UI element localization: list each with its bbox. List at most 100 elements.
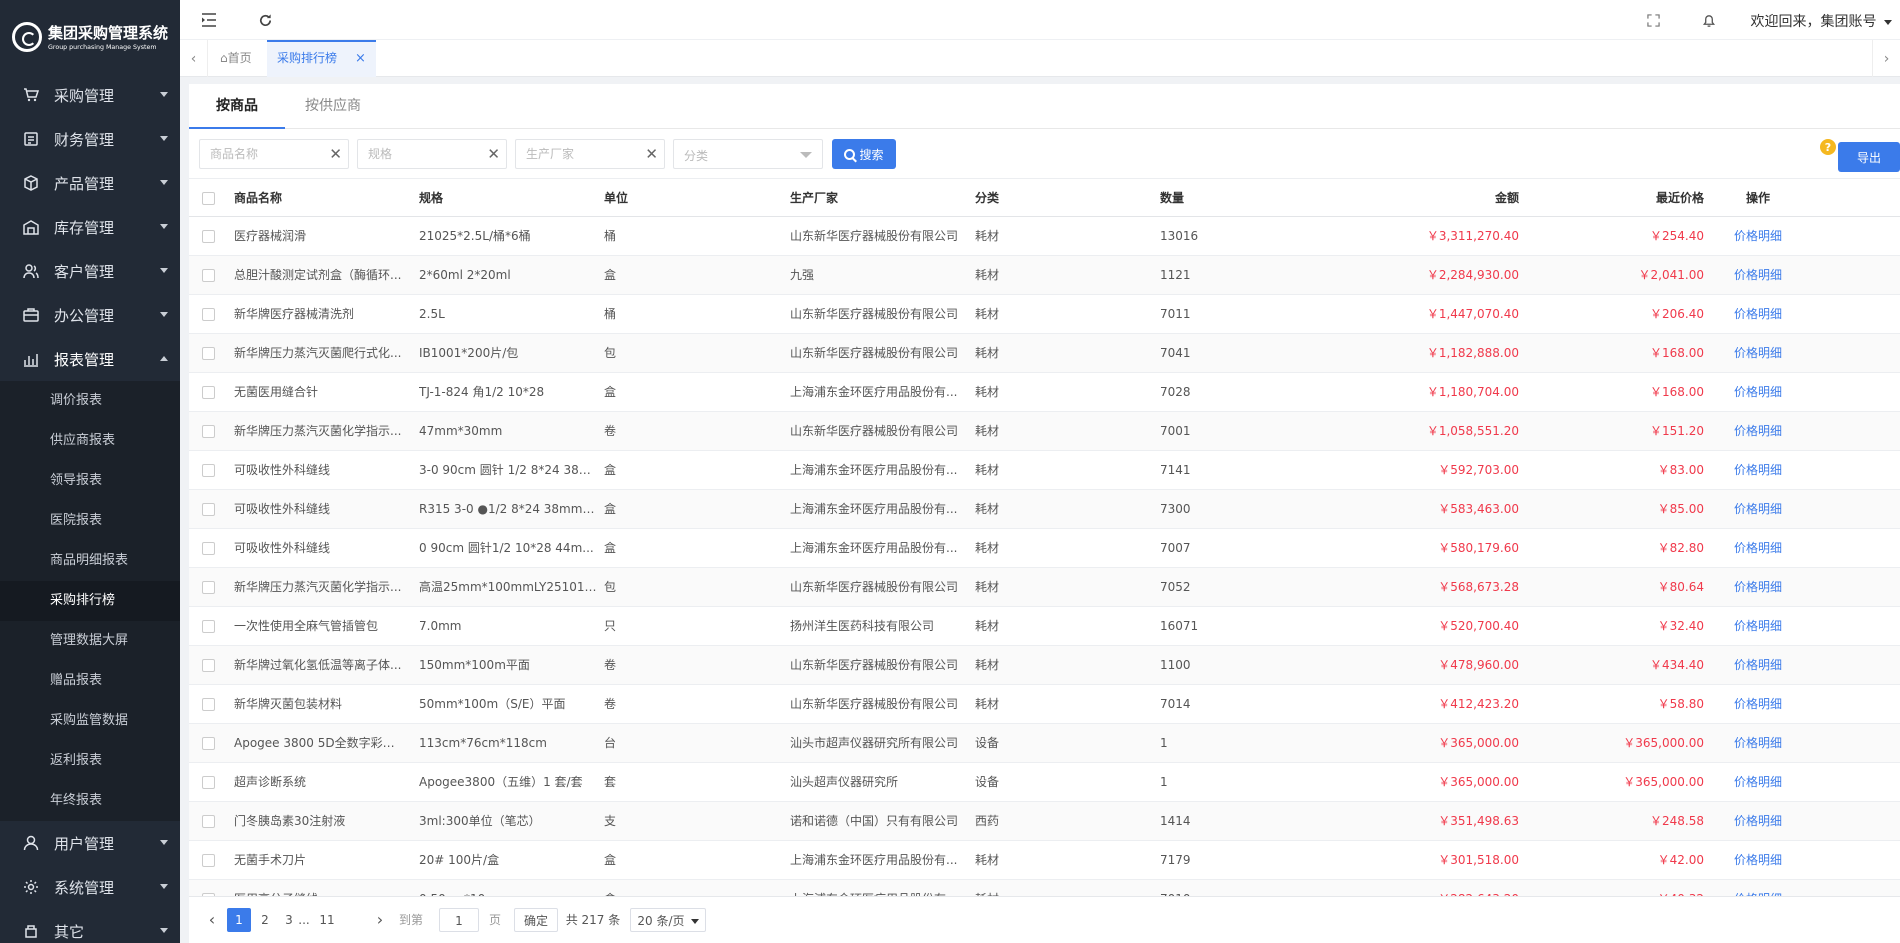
table-row[interactable]: 医疗器械润滑 21025*2.5L/桶*6桶 桶 山东新华医疗器械股份有限公司 耗材 13… — [189, 217, 1900, 256]
page-11[interactable]: 11 — [317, 908, 337, 932]
price-detail-link[interactable]: 价格明细 — [1718, 373, 1798, 412]
row-checkbox[interactable] — [202, 815, 215, 828]
menu-toggle-icon[interactable] — [199, 10, 219, 30]
tab-by-supplier[interactable]: 按供应商 — [278, 84, 388, 129]
prev-page-icon[interactable]: ‹ — [205, 908, 219, 932]
table-row[interactable]: 新华牌过氧化氢低温等离子体... 150mm*100m平面 卷 山东新华医疗器械股份有… — [189, 646, 1900, 685]
sidebar-item-bottom-0[interactable]: 用户管理 — [0, 821, 180, 865]
table-row[interactable]: 无菌医用缝合针 TJ-1-824 角1/2 10*28 盒 上海浦东金环医疗用品股份有… — [189, 373, 1900, 412]
row-checkbox[interactable] — [202, 308, 215, 321]
row-checkbox[interactable] — [202, 854, 215, 867]
tabs-scroll-left-icon[interactable]: ‹ — [180, 40, 208, 77]
spec-field[interactable]: ✕ — [357, 139, 507, 169]
price-detail-link[interactable]: 价格明细 — [1718, 724, 1798, 763]
row-checkbox[interactable] — [202, 464, 215, 477]
table-row[interactable]: Apogee 3800 5D全数字彩色... 113cm*76cm*118cm 台 汕… — [189, 724, 1900, 763]
price-detail-link[interactable]: 价格明细 — [1718, 295, 1798, 334]
row-checkbox[interactable] — [202, 776, 215, 789]
row-checkbox[interactable] — [202, 230, 215, 243]
table-row[interactable]: 可吸收性外科缝线 3-0 90cm 圆针 1/2 8*24 38m... 盒 上海浦东… — [189, 451, 1900, 490]
submenu-item-2[interactable]: 领导报表 — [0, 461, 180, 501]
refresh-icon[interactable] — [255, 10, 275, 30]
row-checkbox[interactable] — [202, 503, 215, 516]
clear-icon[interactable]: ✕ — [329, 145, 342, 163]
sidebar-item-bottom-1[interactable]: 系统管理 — [0, 865, 180, 909]
page-1[interactable]: 1 — [227, 908, 251, 932]
row-checkbox[interactable] — [202, 542, 215, 555]
sidebar-item-top-0[interactable]: 采购管理 — [0, 73, 180, 117]
submenu-item-8[interactable]: 采购监管数据 — [0, 701, 180, 741]
search-button[interactable]: 搜索 — [832, 139, 896, 169]
select-all-checkbox[interactable] — [202, 192, 215, 205]
tab-by-product[interactable]: 按商品 — [189, 84, 285, 129]
table-row[interactable]: 一次性使用全麻气管插管包 7.0mm 只 扬州洋生医药科技有限公司 耗材 16071 ￥52… — [189, 607, 1900, 646]
sidebar-item-top-5[interactable]: 办公管理 — [0, 293, 180, 337]
table-row[interactable]: 新华牌压力蒸汽灭菌化学指示... 47mm*30mm 卷 山东新华医疗器械股份有限公司… — [189, 412, 1900, 451]
help-icon[interactable]: ? — [1820, 139, 1836, 155]
price-detail-link[interactable]: 价格明细 — [1718, 646, 1798, 685]
row-checkbox[interactable] — [202, 347, 215, 360]
export-button[interactable]: 导出 — [1838, 142, 1900, 172]
price-detail-link[interactable]: 价格明细 — [1718, 217, 1798, 256]
page-3[interactable]: 3 — [281, 908, 297, 932]
submenu-item-10[interactable]: 年终报表 — [0, 781, 180, 821]
submenu-item-1[interactable]: 供应商报表 — [0, 421, 180, 461]
price-detail-link[interactable]: 价格明细 — [1718, 841, 1798, 880]
submenu-item-3[interactable]: 医院报表 — [0, 501, 180, 541]
row-checkbox[interactable] — [202, 425, 215, 438]
price-detail-link[interactable]: 价格明细 — [1718, 763, 1798, 802]
submenu-item-4[interactable]: 商品明细报表 — [0, 541, 180, 581]
tab-home[interactable]: ⌂首页 — [210, 40, 262, 77]
row-checkbox[interactable] — [202, 386, 215, 399]
sidebar-item-top-6[interactable]: 报表管理 — [0, 337, 180, 381]
row-checkbox[interactable] — [202, 737, 215, 750]
tabs-scroll-right-icon[interactable]: › — [1872, 40, 1900, 77]
sidebar-item-top-3[interactable]: 库存管理 — [0, 205, 180, 249]
confirm-page-button[interactable]: 确定 — [514, 908, 558, 932]
price-detail-link[interactable]: 价格明细 — [1718, 802, 1798, 841]
clear-icon[interactable]: ✕ — [645, 145, 658, 163]
table-row[interactable]: 新华牌压力蒸汽灭菌化学指示... 高温25mm*100mmLY25101-... 包… — [189, 568, 1900, 607]
table-row[interactable]: 可吸收性外科缝线 0 90cm 圆针1/2 10*28 44m... 盒 上海浦东金环… — [189, 529, 1900, 568]
submenu-item-9[interactable]: 返利报表 — [0, 741, 180, 781]
app-logo[interactable]: 集团采购管理系统 Group purchasing Manage System — [0, 0, 180, 73]
sidebar-item-top-4[interactable]: 客户管理 — [0, 249, 180, 293]
product-name-field[interactable]: ✕ — [199, 139, 349, 169]
price-detail-link[interactable]: 价格明细 — [1718, 490, 1798, 529]
page-number-input[interactable]: 1 — [439, 908, 479, 932]
table-row[interactable]: 新华牌医疗器械清洗剂 2.5L 桶 山东新华医疗器械股份有限公司 耗材 7011 ￥1,44… — [189, 295, 1900, 334]
spec-input[interactable] — [358, 140, 478, 168]
price-detail-link[interactable]: 价格明细 — [1718, 607, 1798, 646]
sidebar-item-top-1[interactable]: 财务管理 — [0, 117, 180, 161]
submenu-item-0[interactable]: 调价报表 — [0, 381, 180, 421]
table-row[interactable]: 无菌手术刀片 20# 100片/盒 盒 上海浦东金环医疗用品股份有... 耗材 7179 ￥… — [189, 841, 1900, 880]
table-row[interactable]: 新华牌灭菌包装材料 50mm*100m（S/E）平面 卷 山东新华医疗器械股份有限公司… — [189, 685, 1900, 724]
category-select[interactable]: 分类 — [673, 139, 823, 169]
row-checkbox[interactable] — [202, 269, 215, 282]
page-size-select[interactable]: 20 条/页 — [630, 908, 706, 932]
submenu-item-5[interactable]: 采购排行榜 — [0, 581, 180, 621]
user-menu[interactable]: 欢迎回来，集团账号 — [1751, 11, 1892, 31]
maker-input[interactable] — [516, 140, 636, 168]
maker-field[interactable]: ✕ — [515, 139, 665, 169]
clear-icon[interactable]: ✕ — [487, 145, 500, 163]
price-detail-link[interactable]: 价格明细 — [1718, 685, 1798, 724]
row-checkbox[interactable] — [202, 659, 215, 672]
sidebar-item-top-2[interactable]: 产品管理 — [0, 161, 180, 205]
price-detail-link[interactable]: 价格明细 — [1718, 529, 1798, 568]
row-checkbox[interactable] — [202, 581, 215, 594]
next-page-icon[interactable]: › — [373, 908, 387, 932]
close-icon[interactable]: × — [355, 51, 366, 66]
tab-purchase-ranking[interactable]: 采购排行榜 × — [267, 40, 376, 77]
sidebar-item-bottom-2[interactable]: 其它 — [0, 909, 180, 943]
row-checkbox[interactable] — [202, 698, 215, 711]
table-row[interactable]: 总胆汁酸测定试剂盒（酶循环... 2*60ml 2*20ml 盒 九强 耗材 1121 ￥2… — [189, 256, 1900, 295]
page-2[interactable]: 2 — [257, 908, 273, 932]
price-detail-link[interactable]: 价格明细 — [1718, 568, 1798, 607]
price-detail-link[interactable]: 价格明细 — [1718, 256, 1798, 295]
price-detail-link[interactable]: 价格明细 — [1718, 334, 1798, 373]
table-row[interactable]: 超声诊断系统 Apogee3800（五维）1 套/套 套 汕头超声仪器研究所 设备 1 ￥3… — [189, 763, 1900, 802]
submenu-item-6[interactable]: 管理数据大屏 — [0, 621, 180, 661]
bell-icon[interactable] — [1699, 10, 1719, 30]
table-row[interactable]: 可吸收性外科缝线 R315 3-0 ●1/2 8*24 38mm 1... 盒 上海浦… — [189, 490, 1900, 529]
